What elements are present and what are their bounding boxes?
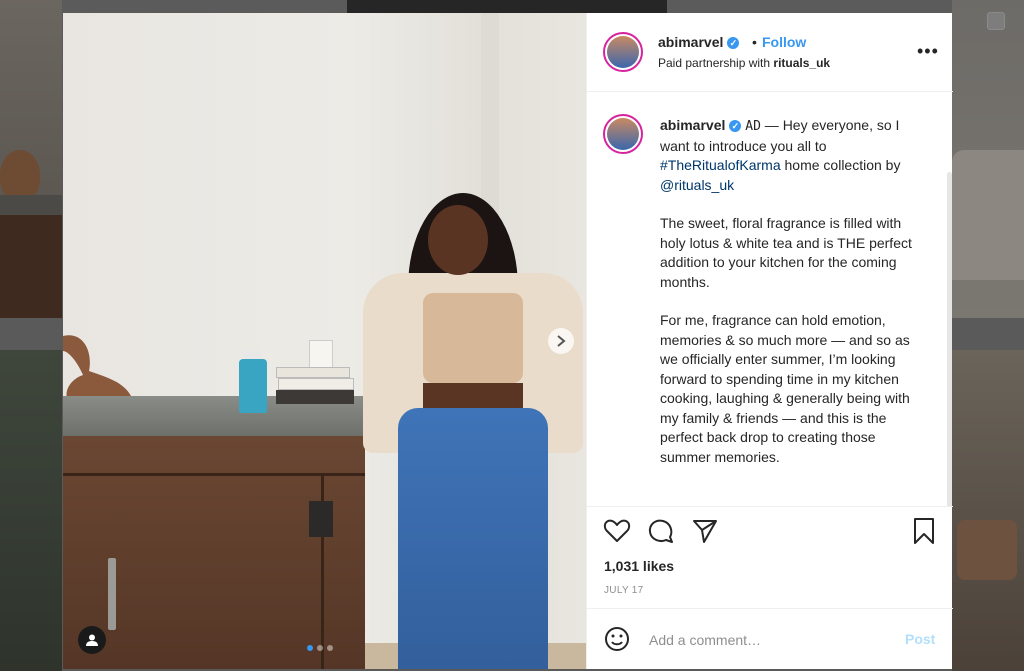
likes-count[interactable]: 1,031 likes [604,558,674,574]
bookmark-icon[interactable] [910,517,938,545]
action-bar [587,506,953,561]
separator-dot: • [752,34,757,50]
caption-section: abimarvel ✓ AD — Hey everyone, so I want … [587,92,953,506]
tagged-users-button[interactable] [78,626,106,654]
caption-username-link[interactable]: abimarvel ✓ [660,117,742,133]
post-side-panel: abimarvel ✓ • Follow Paid partnership wit… [586,13,953,669]
post-comment-button[interactable]: Post [905,631,935,647]
caption-paragraph: For me, fragrance can hold emotion, memo… [660,312,910,465]
carousel-dot [307,645,313,651]
carousel-dot [317,645,323,651]
background-post-thumbnail [952,350,1024,671]
post-date[interactable]: JULY 17 [604,585,644,596]
verified-badge-icon: ✓ [727,37,740,50]
carousel-dot [327,645,333,651]
post-modal: abimarvel ✓ • Follow Paid partnership wit… [63,13,953,669]
window-control-icon[interactable] [987,12,1005,30]
caption-scrollbar[interactable] [947,172,952,506]
username-link[interactable]: abimarvel ✓ [658,34,740,50]
avatar[interactable] [603,32,643,72]
hashtag-link[interactable]: #TheRitualofKarma [660,157,781,173]
caption-username: abimarvel [660,117,726,133]
background-post-thumbnail [952,0,1024,318]
follow-button[interactable]: Follow [762,34,806,50]
post-header: abimarvel ✓ • Follow Paid partnership wit… [587,13,953,92]
comment-icon[interactable] [647,517,675,545]
caption-text: abimarvel ✓ AD — Hey everyone, so I want … [660,116,922,486]
post-photo [63,13,586,669]
carousel-indicator [307,645,333,651]
caption-paragraph: The sweet, floral fragrance is filled wi… [660,215,912,290]
heart-icon[interactable] [603,517,631,545]
background-strip [62,0,952,13]
partnership-prefix: Paid partnership with [658,56,774,70]
caption-line: home collection by [780,157,901,173]
verified-badge-icon: ✓ [729,120,742,133]
user-icon [86,634,98,646]
share-icon[interactable] [691,517,719,545]
emoji-icon[interactable] [604,626,630,652]
ad-tag: AD [745,119,761,134]
mention-link[interactable]: @rituals_uk [660,177,734,193]
partner-link[interactable]: rituals_uk [773,56,830,70]
avatar[interactable] [603,114,643,154]
background-post-thumbnail [0,0,62,318]
more-options-icon[interactable]: ••• [917,41,939,62]
caption-paragraph: abimarvel ✓ AD — Hey everyone, so I want … [660,116,922,195]
paid-partnership-label: Paid partnership with rituals_uk [658,56,830,70]
comment-input[interactable] [647,628,881,652]
next-photo-button[interactable] [548,328,574,354]
comment-bar: Post [587,608,953,670]
chevron-right-icon [557,335,566,347]
background-post-thumbnail [0,350,62,671]
username-text: abimarvel [658,34,724,50]
